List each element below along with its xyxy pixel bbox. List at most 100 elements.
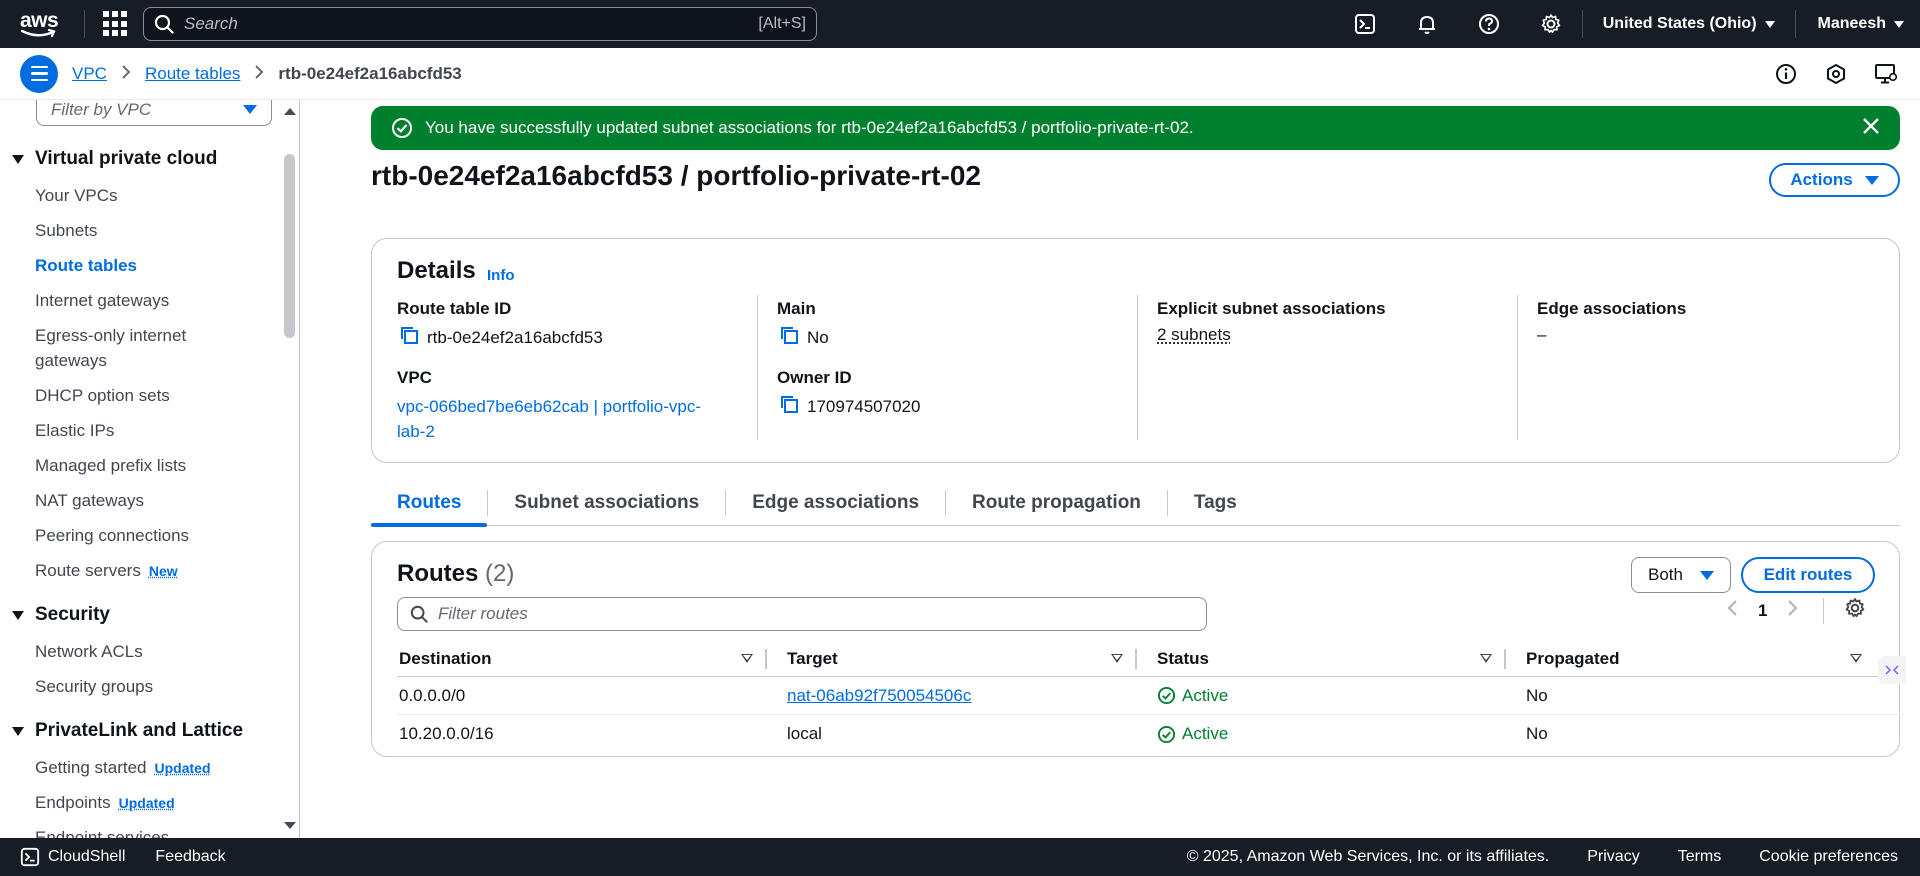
cloudshell-footer-button[interactable]: CloudShell xyxy=(20,847,125,867)
status-badge: Active xyxy=(1157,686,1228,706)
sidebar-item-nat-gateways[interactable]: NAT gateways xyxy=(35,488,235,513)
search-icon xyxy=(410,605,428,623)
sidebar-item-network-acls[interactable]: Network ACLs xyxy=(35,639,235,664)
updated-badge[interactable]: Updated xyxy=(119,795,175,811)
updated-badge[interactable]: Updated xyxy=(155,760,211,776)
column-header-propagated[interactable]: Propagated xyxy=(1506,641,1876,676)
sidebar-item-route-tables[interactable]: Route tables xyxy=(35,253,235,278)
feedback-link[interactable]: Feedback xyxy=(155,848,225,866)
filter-routes-input[interactable] xyxy=(438,604,1194,624)
display-settings-button[interactable] xyxy=(1872,60,1900,88)
cell-status: Active xyxy=(1137,715,1506,753)
chevron-right-icon xyxy=(121,64,131,84)
sidebar-item-your-vpcs[interactable]: Your VPCs xyxy=(35,183,235,208)
scroll-up-icon[interactable] xyxy=(284,108,296,115)
filter-routes-field[interactable] xyxy=(397,597,1207,631)
security-panel-button[interactable] xyxy=(1822,60,1850,88)
table-preferences-button[interactable] xyxy=(1844,597,1866,624)
sidebar-section-privatelink-and-lattice[interactable]: PrivateLink and Lattice xyxy=(12,720,243,742)
details-column-3: Explicit subnet associations 2 subnets xyxy=(1157,299,1497,363)
sort-icon[interactable] xyxy=(1111,654,1123,663)
column-divider xyxy=(1137,295,1138,440)
sidebar-item-security-groups[interactable]: Security groups xyxy=(35,674,235,699)
column-header-destination[interactable]: Destination xyxy=(397,641,767,676)
region-selector[interactable]: United States (Ohio) xyxy=(1583,15,1795,33)
copy-icon[interactable] xyxy=(779,325,799,350)
privacy-link[interactable]: Privacy xyxy=(1587,848,1639,866)
edit-routes-button[interactable]: Edit routes xyxy=(1741,557,1875,593)
column-header-label: Target xyxy=(787,648,838,668)
tab-tags[interactable]: Tags xyxy=(1168,480,1263,526)
help-button[interactable] xyxy=(1458,0,1520,48)
column-header-status[interactable]: Status xyxy=(1137,641,1506,676)
actions-button[interactable]: Actions xyxy=(1769,163,1900,197)
tab-routes[interactable]: Routes xyxy=(371,480,488,527)
sidebar-item-dhcp-option-sets[interactable]: DHCP option sets xyxy=(35,383,235,408)
copy-icon[interactable] xyxy=(779,394,799,419)
feedback-side-tab[interactable] xyxy=(1878,656,1906,684)
global-search-input[interactable] xyxy=(184,14,759,34)
sidebar-section-security[interactable]: Security xyxy=(12,604,110,626)
sidebar-item-endpoint-services[interactable]: Endpoint services xyxy=(35,825,235,838)
sidebar-scroll-thumb[interactable] xyxy=(284,154,295,338)
sidebar-item-getting-started[interactable]: Getting started Updated xyxy=(35,755,275,781)
route-filter-select[interactable]: Both xyxy=(1631,557,1731,593)
settings-button[interactable] xyxy=(1520,0,1582,48)
cookie-preferences-link[interactable]: Cookie preferences xyxy=(1759,848,1898,866)
chevron-right-icon xyxy=(1788,600,1799,616)
sidebar-item-managed-prefix-lists[interactable]: Managed prefix lists xyxy=(35,453,235,478)
route-table-id-label: Route table ID xyxy=(397,299,512,318)
nat-gateway-link[interactable]: nat-06ab92f750054506c xyxy=(787,686,971,706)
next-page-button[interactable] xyxy=(1787,599,1799,622)
routes-count: (2) xyxy=(485,560,515,587)
sidebar-item-elastic-ips[interactable]: Elastic IPs xyxy=(35,418,235,443)
cell-target: local xyxy=(787,724,822,743)
info-link[interactable]: Info xyxy=(487,267,515,284)
breadcrumb-route-tables[interactable]: Route tables xyxy=(145,64,240,84)
region-label: United States (Ohio) xyxy=(1602,15,1757,32)
sidebar-item-peering-connections[interactable]: Peering connections xyxy=(35,523,235,548)
services-grid-icon[interactable] xyxy=(103,11,129,37)
sort-icon[interactable] xyxy=(1850,654,1862,663)
sidebar-item-egress-only-internet-gateways[interactable]: Egress-only internet gateways xyxy=(35,323,215,373)
tab-edge-associations[interactable]: Edge associations xyxy=(726,480,945,526)
sidebar-section-virtual-private-cloud[interactable]: Virtual private cloud xyxy=(12,148,217,170)
routes-heading: Routes (2) xyxy=(397,560,514,588)
sidebar-item-subnets[interactable]: Subnets xyxy=(35,218,235,243)
sidebar-item-endpoints[interactable]: Endpoints Updated xyxy=(35,790,275,816)
sort-icon[interactable] xyxy=(741,654,753,663)
notifications-button[interactable] xyxy=(1396,0,1458,48)
aws-logo[interactable]: aws xyxy=(20,6,70,42)
info-panel-button[interactable] xyxy=(1772,60,1800,88)
table-header-row: Destination Target Status Propagated xyxy=(397,641,1903,677)
collapse-arrows-icon xyxy=(1885,665,1899,675)
breadcrumb-vpc[interactable]: VPC xyxy=(72,64,107,84)
tab-subnet-associations[interactable]: Subnet associations xyxy=(488,480,725,526)
copyright-text: © 2025, Amazon Web Services, Inc. or its… xyxy=(1186,848,1550,865)
current-page-number[interactable]: 1 xyxy=(1758,601,1767,621)
tab-route-propagation[interactable]: Route propagation xyxy=(946,480,1167,526)
scroll-down-icon[interactable] xyxy=(284,822,296,829)
vpc-link[interactable]: vpc-066bed7be6eb62cab | portfolio-vpc-la… xyxy=(397,394,727,444)
cloudshell-button[interactable] xyxy=(1334,0,1396,48)
actions-label: Actions xyxy=(1790,170,1853,189)
column-header-target[interactable]: Target xyxy=(767,641,1137,676)
page-tools xyxy=(1772,60,1900,88)
explicit-subnets-popover[interactable]: 2 subnets xyxy=(1157,325,1231,345)
close-flash-button[interactable] xyxy=(1862,117,1880,140)
vpc-filter-select[interactable]: Filter by VPC xyxy=(36,100,272,126)
new-badge[interactable]: New xyxy=(149,563,178,579)
edge-associations-label: Edge associations xyxy=(1537,299,1687,318)
account-menu[interactable]: Maneesh xyxy=(1796,15,1920,33)
side-nav-toggle-button[interactable] xyxy=(20,54,58,93)
page-title: rtb-0e24ef2a16abcfd53 / portfolio-privat… xyxy=(371,160,981,191)
column-divider xyxy=(1517,295,1518,440)
sidebar-item-route-servers[interactable]: Route servers New xyxy=(35,558,275,584)
sort-icon[interactable] xyxy=(1480,654,1492,663)
terms-link[interactable]: Terms xyxy=(1678,848,1722,866)
global-search[interactable]: [Alt+S] xyxy=(143,7,817,41)
sidebar-item-internet-gateways[interactable]: Internet gateways xyxy=(35,288,235,313)
previous-page-button[interactable] xyxy=(1726,599,1738,622)
table-row: 0.0.0.0/0 nat-06ab92f750054506c Active N… xyxy=(397,677,1903,715)
copy-icon[interactable] xyxy=(399,325,419,350)
